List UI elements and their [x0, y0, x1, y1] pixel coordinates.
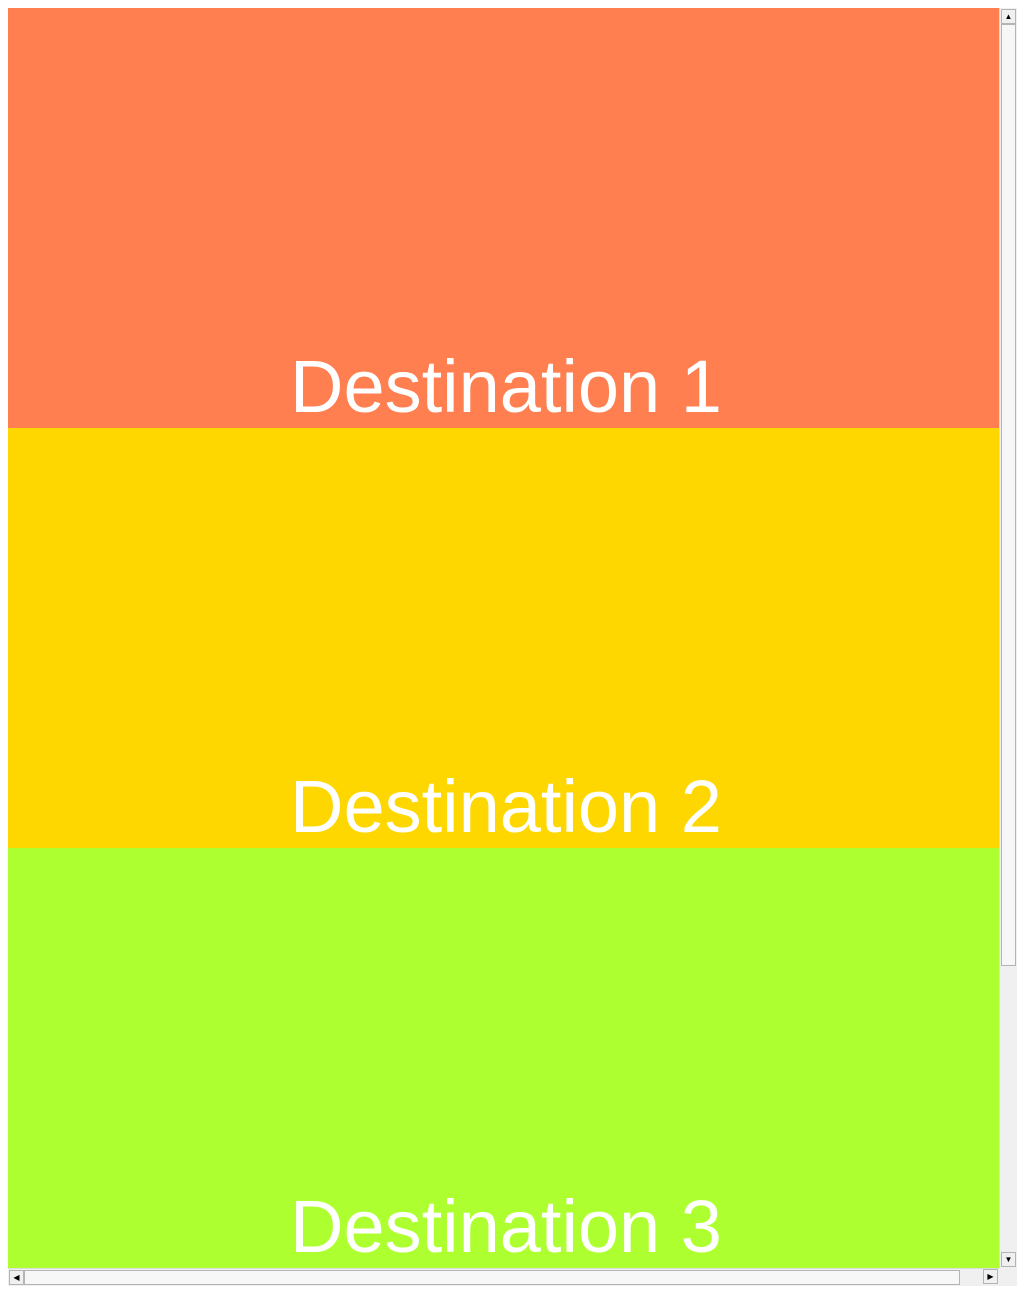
page-viewport: Destination 1 Destination 2 Destination …: [8, 8, 999, 1268]
scroll-up-button[interactable]: ▲: [1001, 9, 1016, 24]
triangle-left-icon: ◀: [13, 1273, 20, 1282]
triangle-up-icon: ▲: [1004, 12, 1013, 21]
destination-label-1: Destination 1: [290, 345, 722, 428]
panel-edge-notch: [8, 848, 18, 858]
destination-panel-2: Destination 2: [8, 428, 999, 848]
triangle-right-icon: ▶: [987, 1272, 994, 1281]
vertical-scroll-thumb[interactable]: [1001, 24, 1016, 966]
horizontal-scrollbar[interactable]: ◀: [8, 1268, 999, 1286]
destination-label-2: Destination 2: [290, 765, 722, 848]
vertical-scrollbar[interactable]: ▲ ▼: [999, 8, 1017, 1268]
destination-panel-1: Destination 1: [8, 8, 999, 428]
scroll-right-button[interactable]: ▶: [983, 1269, 998, 1284]
destination-panel-3: Destination 3: [8, 848, 999, 1268]
panel-edge-notch: [8, 428, 18, 438]
scrollbar-corner: ▶: [983, 1268, 1017, 1286]
scroll-down-button[interactable]: ▼: [1001, 1252, 1016, 1267]
triangle-down-icon: ▼: [1004, 1255, 1013, 1264]
horizontal-scroll-thumb[interactable]: [24, 1270, 960, 1285]
destination-label-3: Destination 3: [290, 1185, 722, 1268]
scroll-left-button[interactable]: ◀: [9, 1270, 24, 1285]
